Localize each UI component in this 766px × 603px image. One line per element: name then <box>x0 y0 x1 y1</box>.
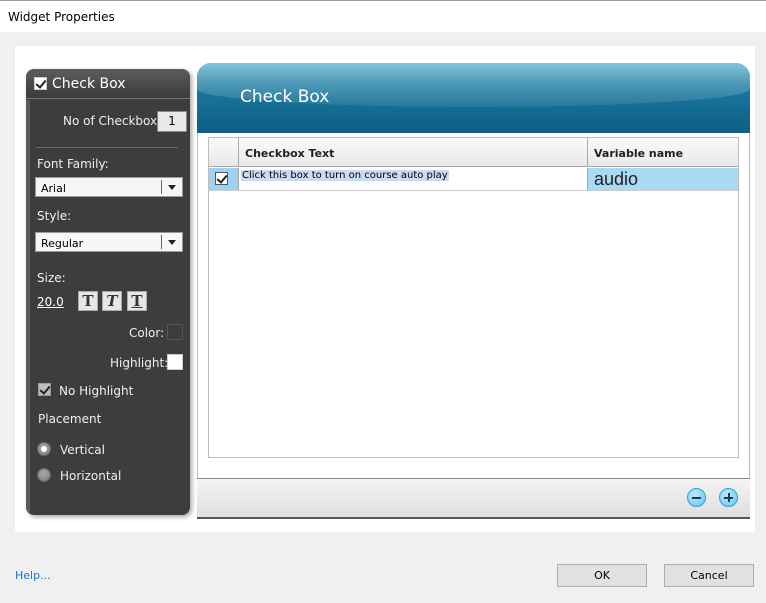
title-bar: Widget Properties <box>0 0 766 32</box>
cancel-button[interactable]: Cancel <box>664 564 754 587</box>
ok-button[interactable]: OK <box>557 564 647 587</box>
minus-icon <box>688 489 705 506</box>
checkbox-panel-footer <box>197 478 750 519</box>
vertical-radio[interactable] <box>37 442 51 456</box>
panel-divider <box>36 147 178 148</box>
color-label: Color: <box>129 326 165 340</box>
checkbox-text-cell[interactable]: Click this box to turn on course auto pl… <box>239 168 588 191</box>
no-highlight-checkbox[interactable] <box>38 383 51 396</box>
table-row[interactable] <box>209 168 239 191</box>
grid-header-text-label: Checkbox Text <box>245 147 335 160</box>
highlight-label: Highlight: <box>110 356 169 370</box>
combo-divider <box>161 180 162 194</box>
row-checkbox[interactable] <box>215 172 228 185</box>
grid-header-variable[interactable]: Variable name <box>588 138 738 167</box>
properties-panel-title: Check Box <box>52 76 126 92</box>
checkbox-panel-header: Check Box <box>197 63 750 133</box>
style-value: Regular <box>41 237 84 250</box>
plus-icon <box>720 489 737 506</box>
no-highlight-label: No Highlight <box>59 384 134 398</box>
variable-name-cell[interactable]: audio <box>588 168 738 191</box>
combo-divider <box>161 235 162 249</box>
chevron-down-icon <box>168 240 176 245</box>
properties-panel-header: Check Box <box>26 69 190 99</box>
size-value[interactable]: 20.0 <box>37 295 64 309</box>
color-swatch[interactable] <box>167 324 183 340</box>
font-family-select[interactable]: Arial <box>35 177 183 197</box>
checkbox-text-value: Click this box to turn on course auto pl… <box>241 170 449 181</box>
checkbox-widget-icon <box>34 77 47 90</box>
underline-button[interactable]: T <box>127 291 147 311</box>
grid-header-text[interactable]: Checkbox Text <box>239 138 588 167</box>
grid-header-variable-label: Variable name <box>594 147 684 160</box>
remove-row-button[interactable] <box>687 488 706 507</box>
vertical-label: Vertical <box>60 443 105 457</box>
horizontal-label: Horizontal <box>60 469 122 483</box>
properties-panel: Check Box No of Checkbox: 1 Font Family:… <box>26 69 190 515</box>
no-of-checkbox-label: No of Checkbox: <box>63 114 162 128</box>
no-of-checkbox-input[interactable]: 1 <box>157 111 187 132</box>
chevron-down-icon <box>168 185 176 190</box>
checkbox-grid: Checkbox Text Variable name Click this b… <box>208 137 739 458</box>
placement-label: Placement <box>38 412 102 426</box>
italic-button[interactable]: T <box>102 291 122 311</box>
grid-header-check <box>209 138 239 167</box>
style-label: Style: <box>37 209 72 223</box>
variable-name-value: audio <box>594 169 639 189</box>
highlight-swatch[interactable] <box>167 354 183 370</box>
style-select[interactable]: Regular <box>35 232 183 252</box>
font-family-value: Arial <box>41 182 66 195</box>
size-label: Size: <box>37 271 66 285</box>
horizontal-radio[interactable] <box>37 468 51 482</box>
font-family-label: Font Family: <box>37 157 109 171</box>
checkbox-panel-title: Check Box <box>240 87 330 107</box>
add-row-button[interactable] <box>719 488 738 507</box>
bold-button[interactable]: T <box>78 291 98 311</box>
window-title: Widget Properties <box>8 10 115 24</box>
panel-edge <box>26 100 30 515</box>
help-link[interactable]: Help... <box>15 569 51 582</box>
